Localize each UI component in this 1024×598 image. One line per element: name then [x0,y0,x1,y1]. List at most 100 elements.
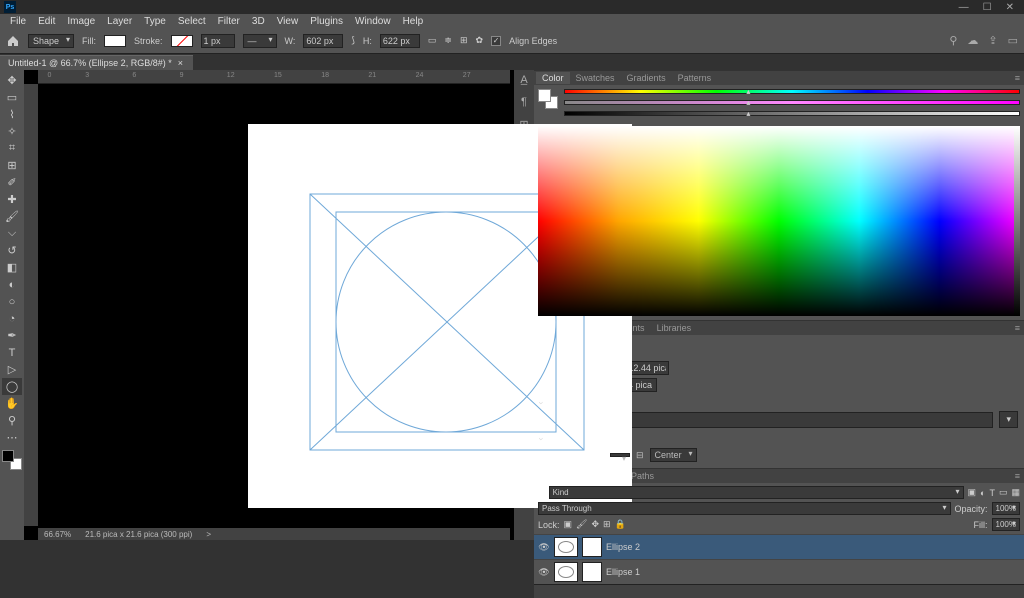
layer-thumb[interactable] [554,537,578,557]
opacity-input[interactable]: 100% [992,502,1020,515]
hue-slider-1[interactable] [564,89,1020,94]
tool-zoom[interactable]: ⚲ [2,412,22,429]
tool-marquee[interactable]: ▭ [2,89,22,106]
align-icon[interactable]: ≑ [444,35,452,46]
tool-path-select[interactable]: ▷ [2,361,22,378]
lock-all-icon[interactable]: 🔒 [615,519,626,530]
tool-stamp[interactable]: ⌵ [2,225,22,242]
tool-healing[interactable]: ✚ [2,191,22,208]
menu-edit[interactable]: Edit [32,15,61,28]
stroke-align-icon[interactable]: ⊟ [636,450,644,461]
layer-mask-thumb[interactable] [582,562,602,582]
stroke-align-dropdown[interactable]: Center [650,448,697,462]
panel-menu-icon[interactable]: ≡ [1009,322,1024,334]
tool-mode-dropdown[interactable]: Shape [28,34,74,48]
menu-view[interactable]: View [271,15,305,28]
tool-blur[interactable]: ○ [2,293,22,310]
eye-icon[interactable]: 👁 [538,567,550,578]
menu-window[interactable]: Window [349,15,397,28]
fill-swatch[interactable] [104,35,126,47]
share-icon[interactable]: ⇪ [988,34,997,47]
lock-transparent-icon[interactable]: ▣ [564,519,573,530]
filter-smart-icon[interactable]: ▦ [1011,487,1020,498]
menu-filter[interactable]: Filter [212,15,246,28]
tool-crop[interactable]: ⌗ [2,140,22,157]
tab-color[interactable]: Color [536,72,570,84]
layer-name[interactable]: Ellipse 1 [606,567,640,577]
tool-wand[interactable]: ✧ [2,123,22,140]
cloud-icon[interactable]: ☁ [967,34,978,47]
home-icon[interactable] [6,34,20,48]
panel-menu-icon[interactable]: ≡ [1009,72,1024,84]
eye-icon[interactable]: 👁 [538,542,550,553]
hue-slider-3[interactable] [564,111,1020,116]
minimize-button[interactable]: — [959,2,969,13]
hue-slider-2[interactable] [564,100,1020,105]
stroke-swatch[interactable] [171,35,193,47]
align-edges-checkbox[interactable]: ✓ [491,36,501,46]
tool-type[interactable]: T [2,344,22,361]
search-icon[interactable]: ⚲ [949,34,957,47]
color-fgbg-swatch[interactable] [538,89,558,109]
tab-patterns[interactable]: Patterns [672,72,718,84]
menu-layer[interactable]: Layer [101,15,138,28]
link-wh-icon[interactable]: ⟆ [351,35,355,46]
path-ops-icon[interactable]: ▭ [428,35,437,46]
arrange-icon[interactable]: ⊞ [460,35,468,46]
tab-swatches[interactable]: Swatches [570,72,621,84]
stroke-style-dropdown[interactable]: — [243,34,277,48]
document-tab[interactable]: Untitled-1 @ 66.7% (Ellipse 2, RGB/8#) *… [0,55,193,70]
canvas[interactable] [38,84,514,528]
height-input[interactable] [380,34,420,48]
menu-plugins[interactable]: Plugins [304,15,349,28]
tool-eyedropper[interactable]: ✐ [2,174,22,191]
menu-type[interactable]: Type [138,15,172,28]
blend-mode-dropdown[interactable]: Pass Through [538,502,951,515]
lock-position-icon[interactable]: ✥ [591,519,599,530]
menu-3d[interactable]: 3D [246,15,271,28]
panel-menu-icon[interactable]: ≡ [1009,470,1024,482]
layer-mask-thumb[interactable] [582,537,602,557]
status-zoom[interactable]: 66.67% [44,530,71,539]
tool-brush[interactable]: 🖌 [2,208,22,225]
tool-edit-toolbar[interactable]: ⋯ [2,429,22,446]
filter-shape-icon[interactable]: ▭ [999,487,1008,498]
width-input[interactable] [303,34,343,48]
status-doc-info[interactable]: 21.6 pica x 21.6 pica (300 ppi) [85,530,192,539]
tab-libraries[interactable]: Libraries [651,322,698,334]
menu-image[interactable]: Image [61,15,101,28]
paragraph-panel-icon[interactable]: ¶ [521,96,527,108]
close-button[interactable]: ✕ [1006,2,1014,13]
workspace-icon[interactable]: ▭ [1008,34,1018,47]
tool-lasso[interactable]: ⌇ [2,106,22,123]
menu-file[interactable]: File [4,15,32,28]
ruler-horizontal[interactable]: 0369121518212427 [38,70,510,84]
tool-frame[interactable]: ⊞ [2,157,22,174]
close-icon[interactable]: × [178,58,183,68]
layer-name[interactable]: Ellipse 2 [606,542,640,552]
tool-gradient[interactable]: ◐ [2,276,22,293]
lock-artboard-icon[interactable]: ⊞ [603,519,611,530]
tool-history-brush[interactable]: ↺ [2,242,22,259]
filter-adjust-icon[interactable]: ◐ [980,488,985,498]
filter-pixel-icon[interactable]: ▣ [968,487,977,498]
layer-filter-dropdown[interactable]: Kind [549,486,964,499]
tool-pen[interactable]: ✒ [2,327,22,344]
layer-item[interactable]: 👁 Ellipse 1 [534,559,1024,584]
tool-move[interactable]: ✥ [2,72,22,89]
tool-dodge[interactable]: ◔ [2,310,22,327]
filter-type-icon[interactable]: T [989,488,995,498]
fill-input[interactable]: 100% [992,518,1020,531]
character-panel-icon[interactable]: A̲ [520,74,527,86]
menu-help[interactable]: Help [397,15,430,28]
tool-shape[interactable]: ◯ [2,378,22,395]
color-field[interactable] [538,126,1020,316]
ruler-vertical[interactable] [24,84,38,526]
layer-thumb[interactable] [554,562,578,582]
gear-icon[interactable]: ✿ [476,35,484,46]
tool-eraser[interactable]: ◧ [2,259,22,276]
maximize-button[interactable]: ☐ [983,2,992,13]
tool-hand[interactable]: ✋ [2,395,22,412]
lock-image-icon[interactable]: 🖌 [576,519,587,530]
status-chevron-icon[interactable]: > [206,530,211,539]
